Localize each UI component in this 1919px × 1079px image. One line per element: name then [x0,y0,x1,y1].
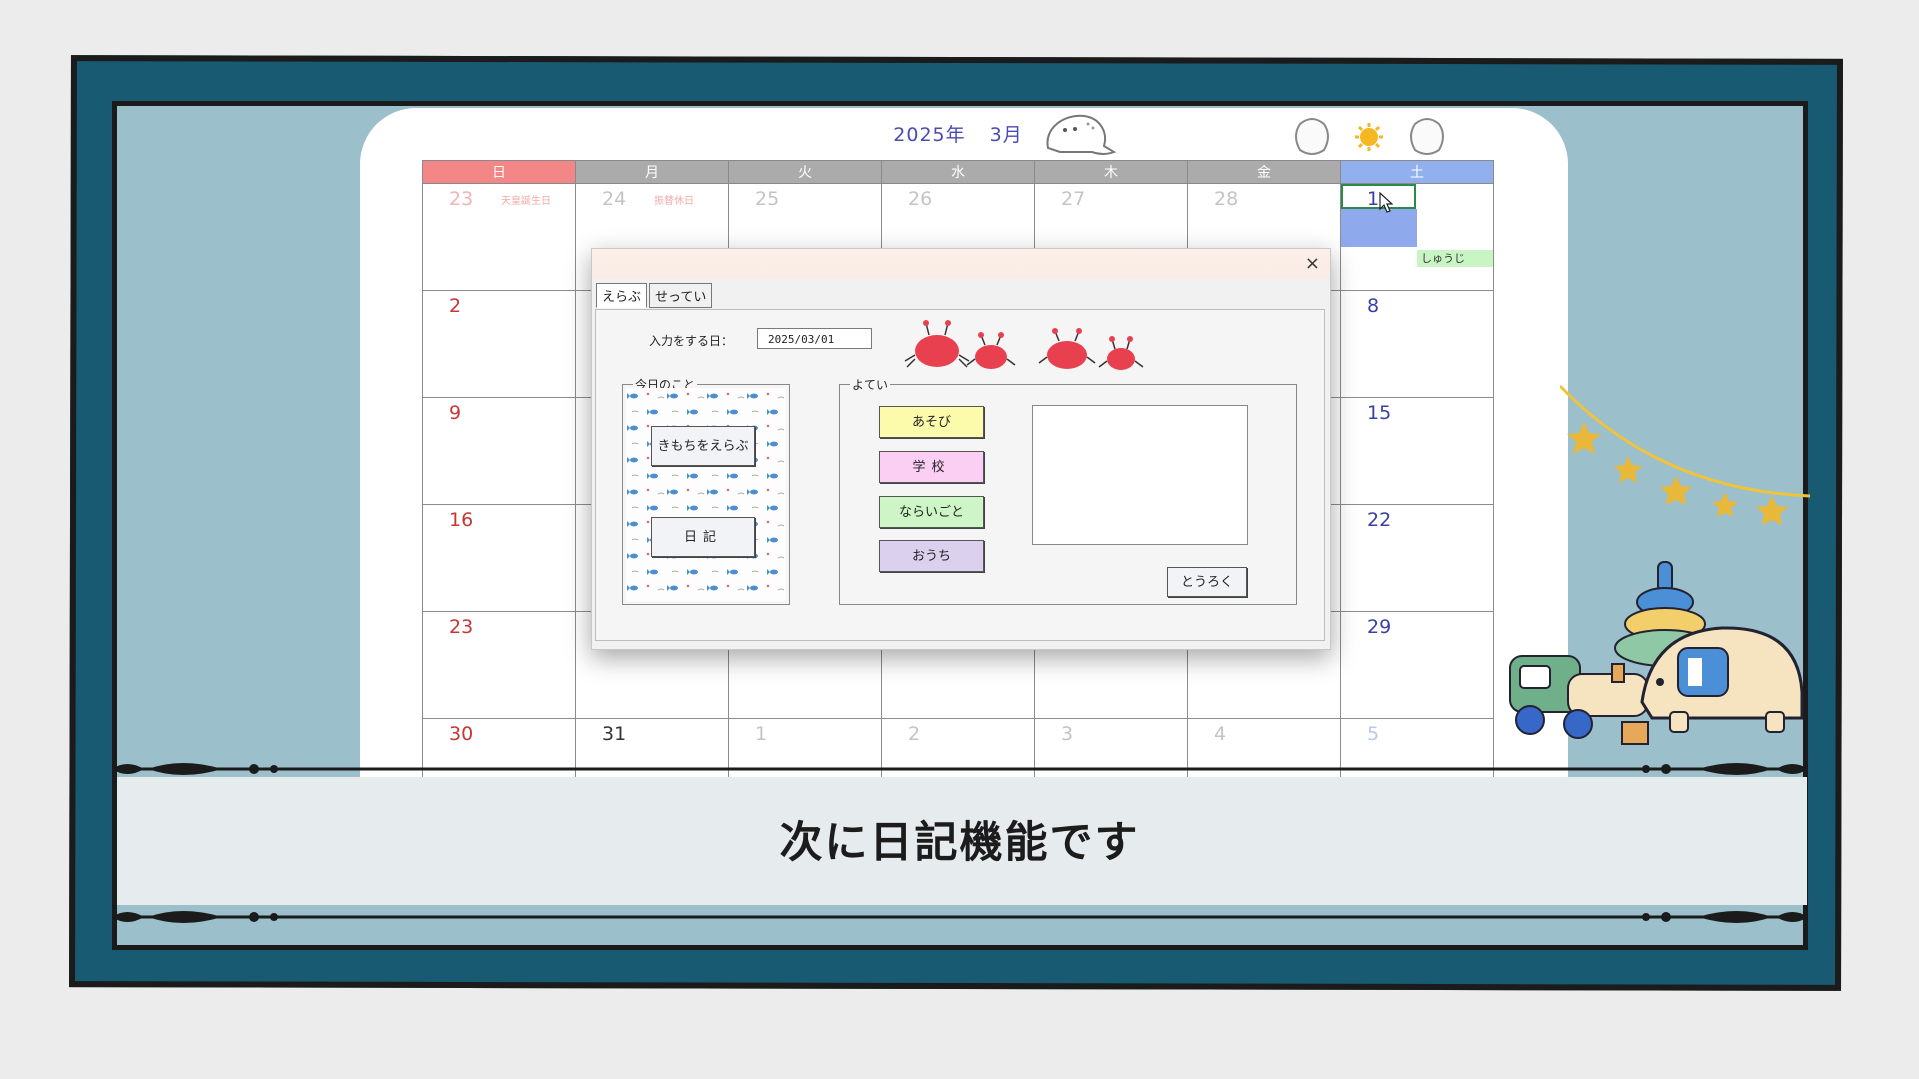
naraigoto-button[interactable]: ならいごと [879,496,984,528]
yotei-group-label: よてい [850,376,891,393]
ouchi-button[interactable]: おうち [879,540,984,572]
calendar-title: 2025年 3月 [888,120,1028,150]
day-number: 9 [449,402,462,424]
weekday-header: 月 [575,160,729,184]
tab-settei[interactable]: せってい [649,283,713,308]
star-icon [1567,422,1601,454]
day-number: 3 [1061,723,1074,745]
star-icon [1756,496,1788,525]
day-number: 1 [755,723,768,745]
day-number: 23 [449,188,474,210]
star-icon [1614,456,1642,483]
day-number: 24 [602,188,627,210]
calendar-cell[interactable]: 15 [1340,397,1494,505]
nikki-button[interactable]: 日記 [651,517,755,557]
date-label: 入力をする日： [649,334,734,348]
year-label: 2025年 [893,124,966,146]
calendar-cell[interactable]: 23 [422,611,576,719]
star-garland-decoration [1560,384,1811,525]
day-number: 5 [1367,723,1380,745]
day-number: 15 [1367,402,1392,424]
calendar-cell[interactable]: 1 しゅうじ [1340,183,1494,291]
day-number: 16 [449,509,474,531]
day-number: 30 [449,723,474,745]
fish-pattern-background [626,388,786,601]
diary-dialog: × えらぶ せってい 入力をする日： 2025/03/01 今日のこと きもちを… [591,248,1331,650]
day-number: 31 [602,723,627,745]
weekday-header: 土 [1340,160,1494,184]
holiday-label: 天皇誕生日 [501,196,551,207]
asobi-button[interactable]: あそび [879,406,984,438]
day-number: 2 [449,295,462,317]
calendar-cell[interactable]: 2 [422,290,576,398]
calendar-cell[interactable]: 29 [1340,611,1494,719]
day-number: 22 [1367,509,1392,531]
calendar-cell[interactable]: 9 [422,397,576,505]
today-group: 今日のこと きもちをえらぶ 日記 [622,376,790,605]
month-label: 3月 [989,124,1023,146]
dialog-title-bar [592,249,1330,279]
toy-decoration [1509,561,1804,745]
calendar-cell[interactable]: 23 天皇誕生日 [422,183,576,291]
toy-train-icon [1509,655,1649,745]
holiday-label: 振替休日 [654,196,694,207]
star-icon [1660,476,1692,505]
day-number: 1 [1367,188,1380,210]
day-number: 25 [755,188,780,210]
touroku-button[interactable]: とうろく [1167,567,1247,597]
day-number: 28 [1214,188,1239,210]
yotei-textbox[interactable] [1032,405,1248,545]
subtitle-caption: 次に日記機能です [779,818,1140,868]
calendar-cell[interactable]: 16 [422,504,576,612]
weekday-header: 水 [881,160,1035,184]
day-number: 4 [1214,723,1227,745]
day-number: 29 [1367,616,1392,638]
day-number: 8 [1367,295,1380,317]
day-number: 26 [908,188,933,210]
weekday-header: 日 [422,160,576,184]
close-icon[interactable]: × [1305,253,1320,274]
cloudy-icon[interactable] [1405,114,1449,158]
day-number: 23 [449,616,474,638]
weekday-header: 火 [728,160,882,184]
event-label[interactable]: しゅうじ [1417,250,1493,267]
calendar-cell[interactable]: 8 [1340,290,1494,398]
seal-mascot-icon [1046,114,1117,155]
star-icon [1712,492,1738,517]
crab-icon [904,320,970,368]
calendar-cell[interactable]: 22 [1340,504,1494,612]
cloud-icon[interactable] [1290,114,1334,158]
day-number: 27 [1061,188,1086,210]
yotei-group: よてい あそび 学校 ならいごと おうち とうろく [839,376,1297,605]
mouse-cursor-icon [1379,192,1393,213]
dialog-tabs: えらぶ せってい [596,283,714,308]
date-input[interactable]: 2025/03/01 [757,328,872,349]
gakkou-button[interactable]: 学校 [879,451,984,483]
tab-erabu[interactable]: えらぶ [596,283,648,308]
selected-cell-fill [1341,209,1417,247]
weekday-header: 木 [1034,160,1188,184]
crab-decoration-icon [904,320,1144,370]
ornamental-divider-bottom [112,911,1808,923]
kimochi-button[interactable]: きもちをえらぶ [651,426,755,466]
sun-icon[interactable] [1354,122,1384,152]
day-number: 2 [908,723,921,745]
ornamental-divider-top [112,763,1808,775]
weekday-header: 金 [1187,160,1341,184]
